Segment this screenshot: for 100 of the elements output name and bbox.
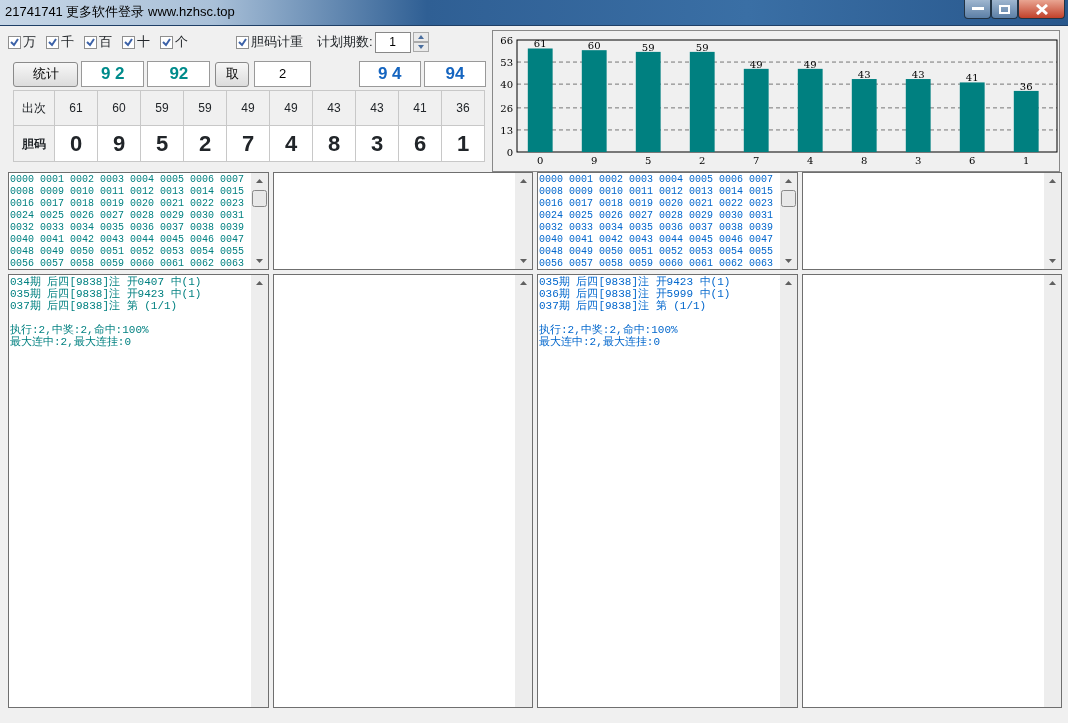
checkbox[interactable] — [160, 35, 173, 49]
table-cell: 2 — [183, 125, 227, 162]
scrollbar[interactable] — [515, 275, 532, 707]
data-label: 43 — [911, 69, 925, 81]
bar — [1013, 90, 1039, 152]
axis-tick-label: 9 — [591, 155, 598, 166]
maximize-icon — [999, 4, 1010, 14]
scroll-up-icon[interactable] — [520, 179, 527, 183]
minimize-button[interactable] — [964, 0, 991, 19]
axis-tick-label: 0 — [537, 155, 544, 166]
data-label: 43 — [857, 69, 871, 81]
scroll-thumb[interactable] — [251, 190, 267, 207]
scroll-up-icon[interactable] — [1049, 281, 1056, 285]
axis-tick-label: 0 — [506, 147, 513, 158]
axis-tick-label: 40 — [500, 79, 513, 91]
value-field: 2 — [254, 61, 312, 87]
axis-tick-label: 3 — [915, 155, 922, 166]
row-header: 胆码 — [13, 125, 55, 162]
data-label: 59 — [641, 41, 655, 53]
take-button[interactable]: 取 — [215, 61, 249, 87]
result-field: 9 4 — [358, 61, 421, 87]
axis-tick-label: 7 — [753, 155, 760, 166]
checkbox-label: 百 — [99, 33, 112, 52]
checkbox[interactable] — [84, 35, 97, 49]
table-cell: 7 — [226, 125, 270, 162]
scroll-up-icon[interactable] — [255, 281, 263, 285]
axis-tick-label: 5 — [645, 155, 652, 166]
result-field: 92 — [147, 61, 211, 87]
table-cell: 43 — [312, 90, 356, 126]
scroll-up-icon[interactable] — [784, 179, 792, 183]
axis-tick-label: 53 — [500, 57, 513, 69]
table-cell: 60 — [97, 90, 141, 126]
axis-tick-label: 2 — [699, 155, 706, 166]
log-text: 035期 后四[9838]注 开9423 中(1) 036期 后四[9838]注 开5999 中(1) 037期 后四[9838]注 第 (1/1) 执行:2,中奖:2,命中:100% 最大连中:2,最大连挂:0 — [539, 276, 731, 348]
minimize-icon — [971, 7, 984, 11]
field-label: 计划期数: — [317, 33, 373, 52]
checkbox[interactable] — [122, 35, 135, 49]
number-list: 0000 0001 0002 0003 0004 0005 0006 0007 0008 0009 0010 0011 0012 0013 0014 0015 0016 0017 0018 0019 0020 0021 0022 0023 0024 0025 0026 0027 0028 0029 0030 0031 0032 0033 0034 0035 0036 0037 0038 0039 0040 0041 0042 0043 0044 0045 0046 0047 0048 0049 0050 0051 0052 0053 0054 0055 0056 0057 0058 0059 0060 0061 0062 0063 — [10, 174, 245, 269]
scrollbar[interactable] — [250, 275, 268, 707]
table-cell: 8 — [312, 125, 356, 162]
checkbox[interactable] — [236, 35, 249, 49]
data-label: 36 — [1019, 80, 1033, 92]
close-icon — [1034, 3, 1049, 15]
checkbox-label: 万 — [23, 33, 36, 52]
table-cell: 59 — [183, 90, 227, 126]
table-cell: 59 — [140, 90, 184, 126]
data-label: 41 — [965, 72, 979, 84]
table-cell: 9 — [97, 125, 141, 162]
data-label: 61 — [533, 38, 547, 50]
table-cell: 43 — [355, 90, 399, 126]
scroll-up-icon[interactable] — [520, 281, 527, 285]
table-cell: 41 — [398, 90, 442, 126]
table-cell: 49 — [269, 90, 313, 126]
scroll-down-icon[interactable] — [255, 259, 263, 263]
table-cell: 4 — [269, 125, 313, 162]
maximize-button[interactable] — [991, 0, 1018, 19]
scrollbar[interactable] — [1044, 275, 1061, 707]
scrollbar[interactable] — [1044, 173, 1061, 269]
scrollbar[interactable] — [515, 173, 532, 269]
scroll-down-icon[interactable] — [784, 259, 792, 263]
axis-tick-label: 66 — [500, 35, 513, 46]
checkbox-label: 胆码计重 — [251, 33, 303, 52]
checkbox[interactable] — [8, 35, 21, 49]
number-list: 0000 0001 0002 0003 0004 0005 0006 0007 0008 0009 0010 0011 0012 0013 0014 0015 0016 0017 0018 0019 0020 0021 0022 0023 0024 0025 0026 0027 0028 0029 0030 0031 0032 0033 0034 0035 0036 0037 0038 0039 0040 0041 0042 0043 0044 0045 0046 0047 0048 0049 0050 0051 0052 0053 0054 0055 0056 0057 0058 0059 0060 0061 0062 0063 — [539, 174, 774, 269]
table-cell: 5 — [140, 125, 184, 162]
scroll-down-icon[interactable] — [520, 259, 527, 263]
axis-tick-label: 13 — [500, 124, 513, 136]
table-cell: 36 — [441, 90, 485, 126]
data-label: 60 — [587, 40, 601, 52]
table-cell: 1 — [441, 125, 485, 162]
scroll-up-icon[interactable] — [784, 281, 792, 285]
close-button[interactable] — [1018, 0, 1065, 19]
table-cell: 0 — [54, 125, 98, 162]
table-cell: 6 — [398, 125, 442, 162]
scroll-up-icon[interactable] — [1049, 179, 1056, 183]
data-label: 59 — [695, 41, 709, 53]
scroll-up-icon[interactable] — [255, 179, 263, 183]
row-header: 出次 — [13, 90, 55, 126]
result-field: 9 2 — [81, 61, 145, 87]
stats-button[interactable]: 统计 — [13, 61, 79, 87]
result-field: 94 — [423, 61, 486, 87]
axis-tick-label: 6 — [969, 155, 976, 166]
scroll-thumb[interactable] — [780, 190, 796, 207]
scroll-down-icon[interactable] — [1049, 259, 1056, 263]
checkbox-label: 十 — [137, 33, 150, 52]
axis-tick-label: 4 — [807, 155, 814, 166]
window-title: 21741741 更多软件登录 www.hzhsc.top — [4, 3, 235, 21]
checkbox[interactable] — [46, 35, 59, 49]
scrollbar[interactable] — [250, 173, 268, 269]
table-cell: 3 — [355, 125, 399, 162]
checkbox-label: 千 — [61, 33, 74, 52]
table-cell: 61 — [54, 90, 98, 126]
axis-tick-label: 26 — [500, 102, 513, 114]
checkbox-label: 个 — [175, 33, 188, 52]
scrollbar[interactable] — [779, 173, 797, 269]
data-label: 49 — [803, 58, 817, 70]
scrollbar[interactable] — [779, 275, 797, 707]
number-field[interactable]: 1 — [374, 31, 411, 53]
axis-tick-label: 8 — [861, 155, 868, 166]
spin-buttons[interactable] — [412, 31, 429, 53]
